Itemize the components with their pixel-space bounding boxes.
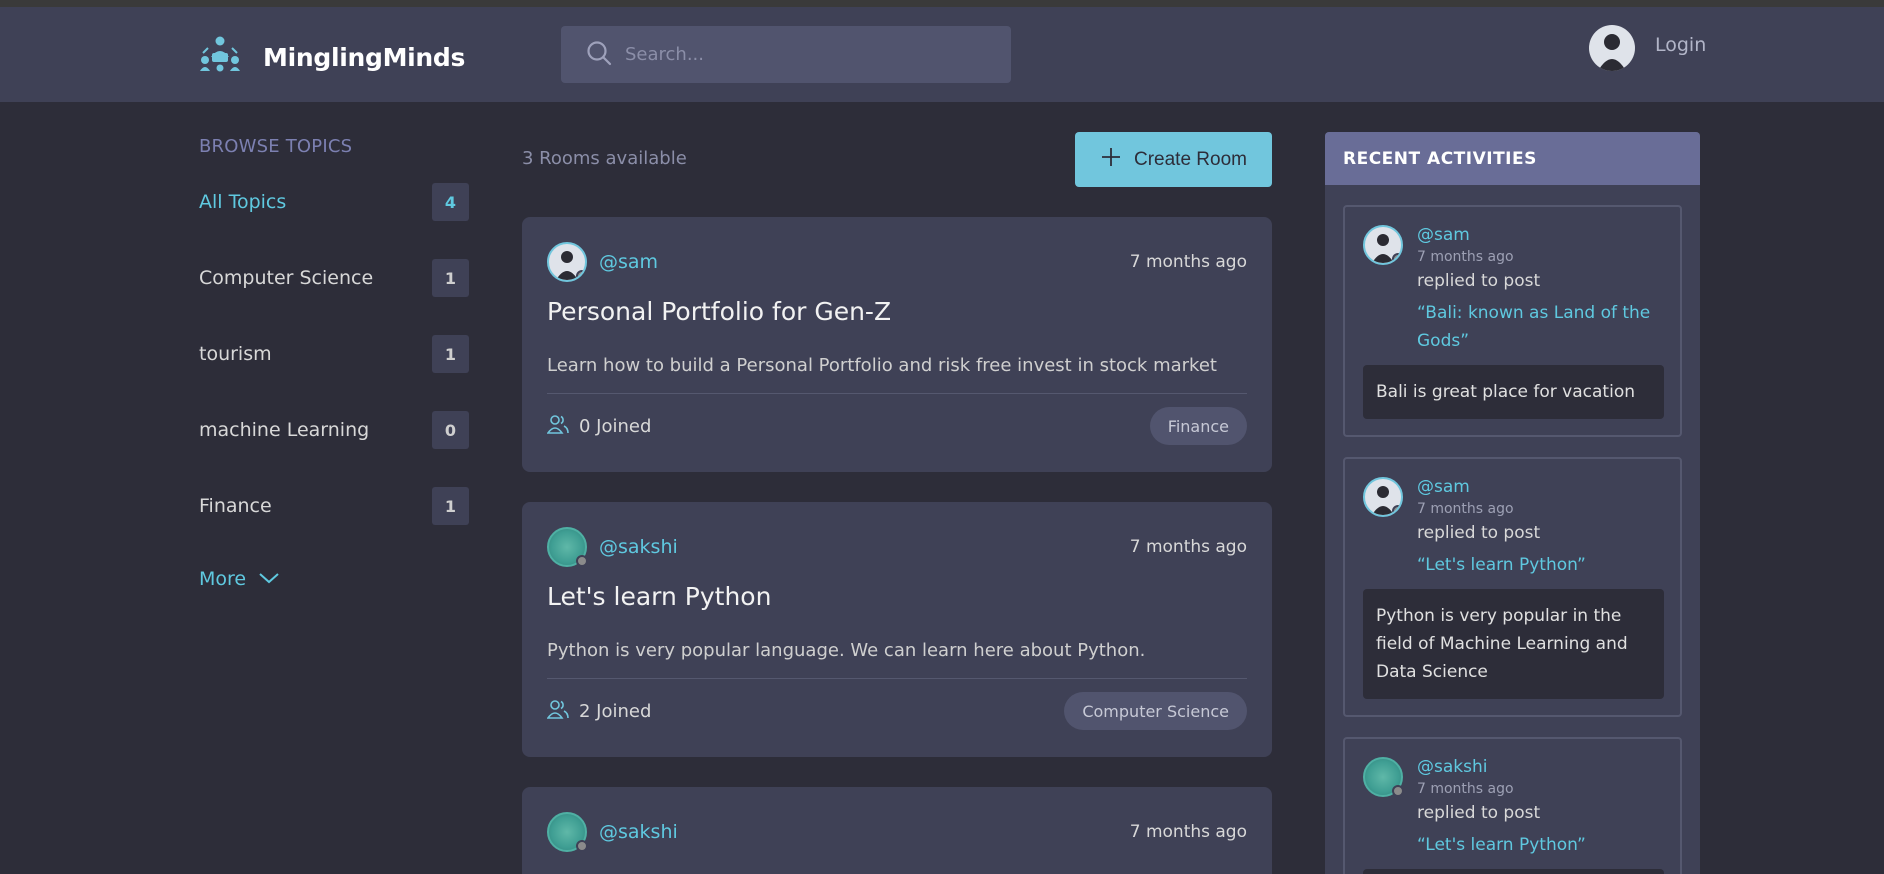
topic-label: Computer Science [199, 267, 374, 289]
room-topic-tag[interactable]: Computer Science [1064, 692, 1247, 730]
activity-message: Bali is great place for vacation [1363, 365, 1664, 419]
status-dot [1392, 505, 1401, 515]
user-avatar-icon [1363, 757, 1404, 797]
topic-label: tourism [199, 343, 272, 365]
brand[interactable]: MinglingMinds [199, 35, 465, 79]
topic-label: machine Learning [199, 419, 370, 441]
user-avatar-icon [547, 242, 587, 282]
room-title[interactable]: Let's learn Python [547, 582, 771, 611]
room-time: 7 months ago [1129, 822, 1247, 842]
chevron-down-icon [246, 568, 280, 590]
activity-username[interactable]: @sam [1417, 225, 1470, 245]
activity-username[interactable]: @sakshi [1417, 757, 1487, 777]
activity-user-avatar[interactable] [1363, 225, 1403, 265]
room-description: Learn how to build a Personal Portfolio … [547, 355, 1217, 376]
search-input[interactable] [625, 44, 985, 65]
window-top-strip [0, 0, 1884, 7]
create-room-label: Create Room [1134, 148, 1247, 170]
room-host[interactable]: @sakshi [547, 812, 678, 852]
topic-count-badge: 1 [432, 487, 469, 525]
room-participants: 0 Joined [546, 414, 652, 439]
user-avatar-icon [1363, 477, 1403, 517]
activity-item: @sam 7 months ago replied to post “Bali:… [1343, 205, 1682, 437]
joined-count: 0 Joined [579, 415, 652, 437]
activity-message: Python is very popular in the field of M… [1363, 589, 1664, 699]
activity-message [1363, 869, 1664, 874]
more-label: More [199, 568, 247, 590]
room-topic-tag[interactable]: Finance [1149, 407, 1247, 445]
activity-item: @sakshi 7 months ago replied to post “Le… [1343, 737, 1682, 874]
recent-activities-heading: RECENT ACTIVITIES [1325, 132, 1700, 185]
topic-label: Finance [199, 495, 272, 517]
topic-count-badge: 4 [432, 183, 469, 221]
more-topics-link[interactable]: More [199, 568, 280, 590]
user-avatar-icon [547, 527, 588, 567]
status-dot [576, 840, 588, 852]
topic-machine-learning[interactable]: machine Learning 0 [199, 410, 469, 450]
room-time: 7 months ago [1129, 537, 1247, 557]
login-link[interactable]: Login [1589, 25, 1706, 71]
topic-count-badge: 1 [432, 259, 469, 297]
host-username: @sam [599, 251, 659, 273]
room-time: 7 months ago [1129, 252, 1247, 272]
room-participants: 2 Joined [546, 699, 652, 724]
host-username: @sakshi [599, 821, 678, 843]
activity-post-link[interactable]: “Let's learn Python” [1417, 551, 1667, 579]
status-dot [576, 270, 585, 280]
rooms-count: 3 Rooms available [522, 148, 687, 169]
users-icon [546, 414, 579, 439]
activity-action: replied to post [1417, 803, 1541, 823]
activity-post-link[interactable]: “Let's learn Python” [1417, 831, 1667, 859]
room-card[interactable]: @sam 7 months ago Personal Portfolio for… [522, 217, 1272, 472]
topic-label: All Topics [199, 191, 287, 213]
activity-username[interactable]: @sam [1417, 477, 1470, 497]
search-bar [561, 26, 1011, 83]
activity-item: @sam 7 months ago replied to post “Let's… [1343, 457, 1682, 717]
room-host[interactable]: @sakshi [547, 527, 678, 567]
room-description: Python is very popular language. We can … [547, 640, 1146, 661]
joined-count: 2 Joined [579, 700, 652, 722]
users-icon [546, 699, 579, 724]
brand-name: MinglingMinds [263, 42, 466, 72]
browse-topics-heading: BROWSE TOPICS [199, 136, 353, 157]
user-avatar-icon [1589, 25, 1635, 71]
status-dot [1392, 785, 1404, 797]
room-card[interactable]: @sakshi 7 months ago Let's learn Python … [522, 502, 1272, 757]
topic-count-badge: 1 [432, 335, 469, 373]
user-avatar-icon [1363, 225, 1403, 265]
login-label: Login [1655, 34, 1707, 56]
room-card[interactable]: @sakshi 7 months ago [522, 787, 1272, 874]
activity-post-link[interactable]: “Bali: known as Land of the Gods” [1417, 299, 1667, 355]
status-dot [576, 555, 588, 567]
topic-finance[interactable]: Finance 1 [199, 486, 469, 526]
topic-count-badge: 0 [432, 411, 469, 449]
activity-user-avatar[interactable] [1363, 757, 1404, 797]
logo-icon [199, 35, 241, 79]
plus-icon [1100, 146, 1134, 174]
activity-time: 7 months ago [1417, 249, 1514, 265]
status-dot [1392, 253, 1401, 263]
topic-tourism[interactable]: tourism 1 [199, 334, 469, 374]
topic-all-topics[interactable]: All Topics 4 [199, 182, 469, 222]
search-icon [585, 39, 613, 71]
create-room-button[interactable]: Create Room [1075, 132, 1272, 187]
activity-action: replied to post [1417, 271, 1541, 291]
divider [547, 393, 1247, 394]
activity-user-avatar[interactable] [1363, 477, 1403, 517]
user-avatar-icon [547, 812, 588, 852]
activity-time: 7 months ago [1417, 501, 1514, 517]
activity-action: replied to post [1417, 523, 1541, 543]
top-navbar: MinglingMinds Login [0, 7, 1884, 102]
divider [547, 678, 1247, 679]
room-host[interactable]: @sam [547, 242, 658, 282]
activity-time: 7 months ago [1417, 781, 1514, 797]
room-title[interactable]: Personal Portfolio for Gen-Z [547, 297, 891, 326]
topic-computer-science[interactable]: Computer Science 1 [199, 258, 469, 298]
host-username: @sakshi [599, 536, 678, 558]
recent-activities-panel: RECENT ACTIVITIES @sam 7 months ago repl… [1325, 132, 1700, 874]
